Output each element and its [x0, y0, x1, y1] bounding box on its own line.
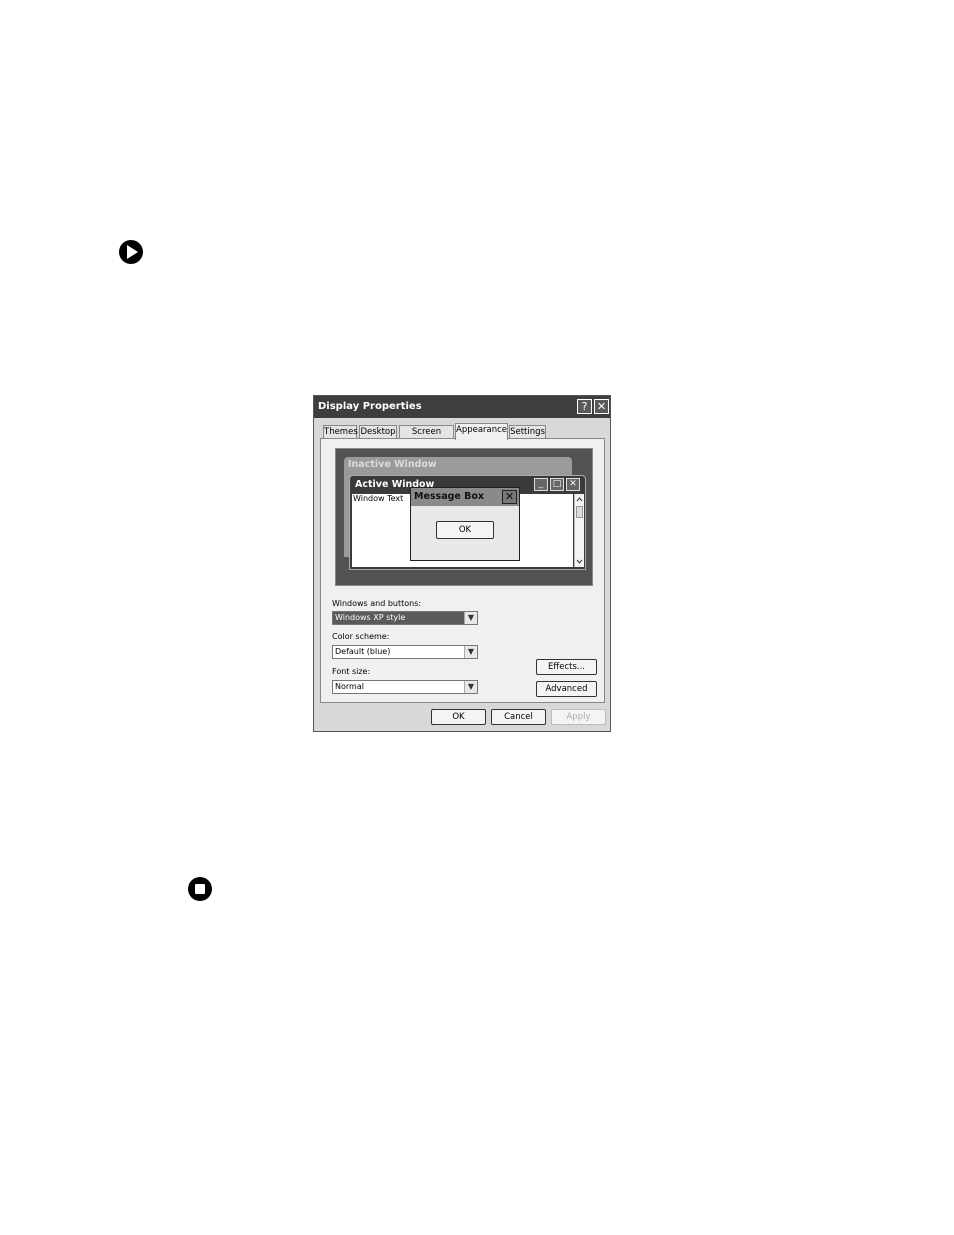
- advanced-button[interactable]: Advanced: [536, 681, 597, 697]
- stop-square-icon: [188, 877, 212, 901]
- message-box-preview: Message Box ✕ OK: [410, 487, 520, 561]
- close-button[interactable]: ✕: [594, 399, 609, 414]
- color-scheme-select[interactable]: Default (blue) ▼: [332, 645, 478, 659]
- ok-button[interactable]: OK: [431, 709, 486, 725]
- preview-scrollbar: [574, 494, 584, 567]
- display-properties-dialog: Display Properties ? ✕ Themes Desktop Sc…: [313, 395, 611, 732]
- scroll-thumb: [576, 506, 583, 518]
- windows-buttons-label: Windows and buttons:: [332, 599, 422, 608]
- chevron-down-icon: ▼: [464, 646, 477, 658]
- windows-buttons-value: Windows XP style: [335, 613, 406, 622]
- font-size-value: Normal: [335, 682, 364, 691]
- chevron-down-icon: ▼: [464, 612, 477, 624]
- cancel-button[interactable]: Cancel: [491, 709, 546, 725]
- windows-buttons-select[interactable]: Windows XP style ▼: [332, 611, 478, 625]
- tab-desktop[interactable]: Desktop: [359, 425, 397, 439]
- effects-button[interactable]: Effects...: [536, 659, 597, 675]
- inactive-window-title: Inactive Window: [348, 459, 437, 470]
- chevron-down-icon: ▼: [464, 681, 477, 693]
- message-box-ok-button: OK: [436, 521, 494, 539]
- tab-themes[interactable]: Themes: [323, 425, 358, 439]
- appearance-preview: Inactive Window Active Window _ □ ✕ Wind…: [335, 448, 593, 586]
- color-scheme-value: Default (blue): [335, 647, 391, 656]
- dialog-title: Display Properties: [318, 401, 422, 412]
- apply-button[interactable]: Apply: [551, 709, 606, 725]
- appearance-panel: Inactive Window Active Window _ □ ✕ Wind…: [320, 438, 605, 703]
- scroll-up-icon: [576, 497, 583, 502]
- window-text: Window Text: [353, 494, 404, 503]
- font-size-label: Font size:: [332, 667, 371, 676]
- scroll-down-icon: [576, 559, 583, 564]
- minimize-icon: _: [534, 478, 548, 491]
- font-size-select[interactable]: Normal ▼: [332, 680, 478, 694]
- color-scheme-label: Color scheme:: [332, 632, 390, 641]
- maximize-icon: □: [550, 478, 564, 491]
- play-arrow-icon: [119, 240, 143, 264]
- message-box-title: Message Box: [414, 491, 485, 502]
- close-icon: ✕: [566, 478, 580, 491]
- help-button[interactable]: ?: [577, 399, 592, 414]
- dialog-title-bar[interactable]: Display Properties: [314, 396, 610, 418]
- tab-appearance[interactable]: Appearance: [455, 423, 508, 440]
- message-box-close-icon: ✕: [502, 490, 517, 504]
- tab-screen-saver[interactable]: Screen Saver: [399, 425, 454, 450]
- tab-settings[interactable]: Settings: [509, 425, 546, 439]
